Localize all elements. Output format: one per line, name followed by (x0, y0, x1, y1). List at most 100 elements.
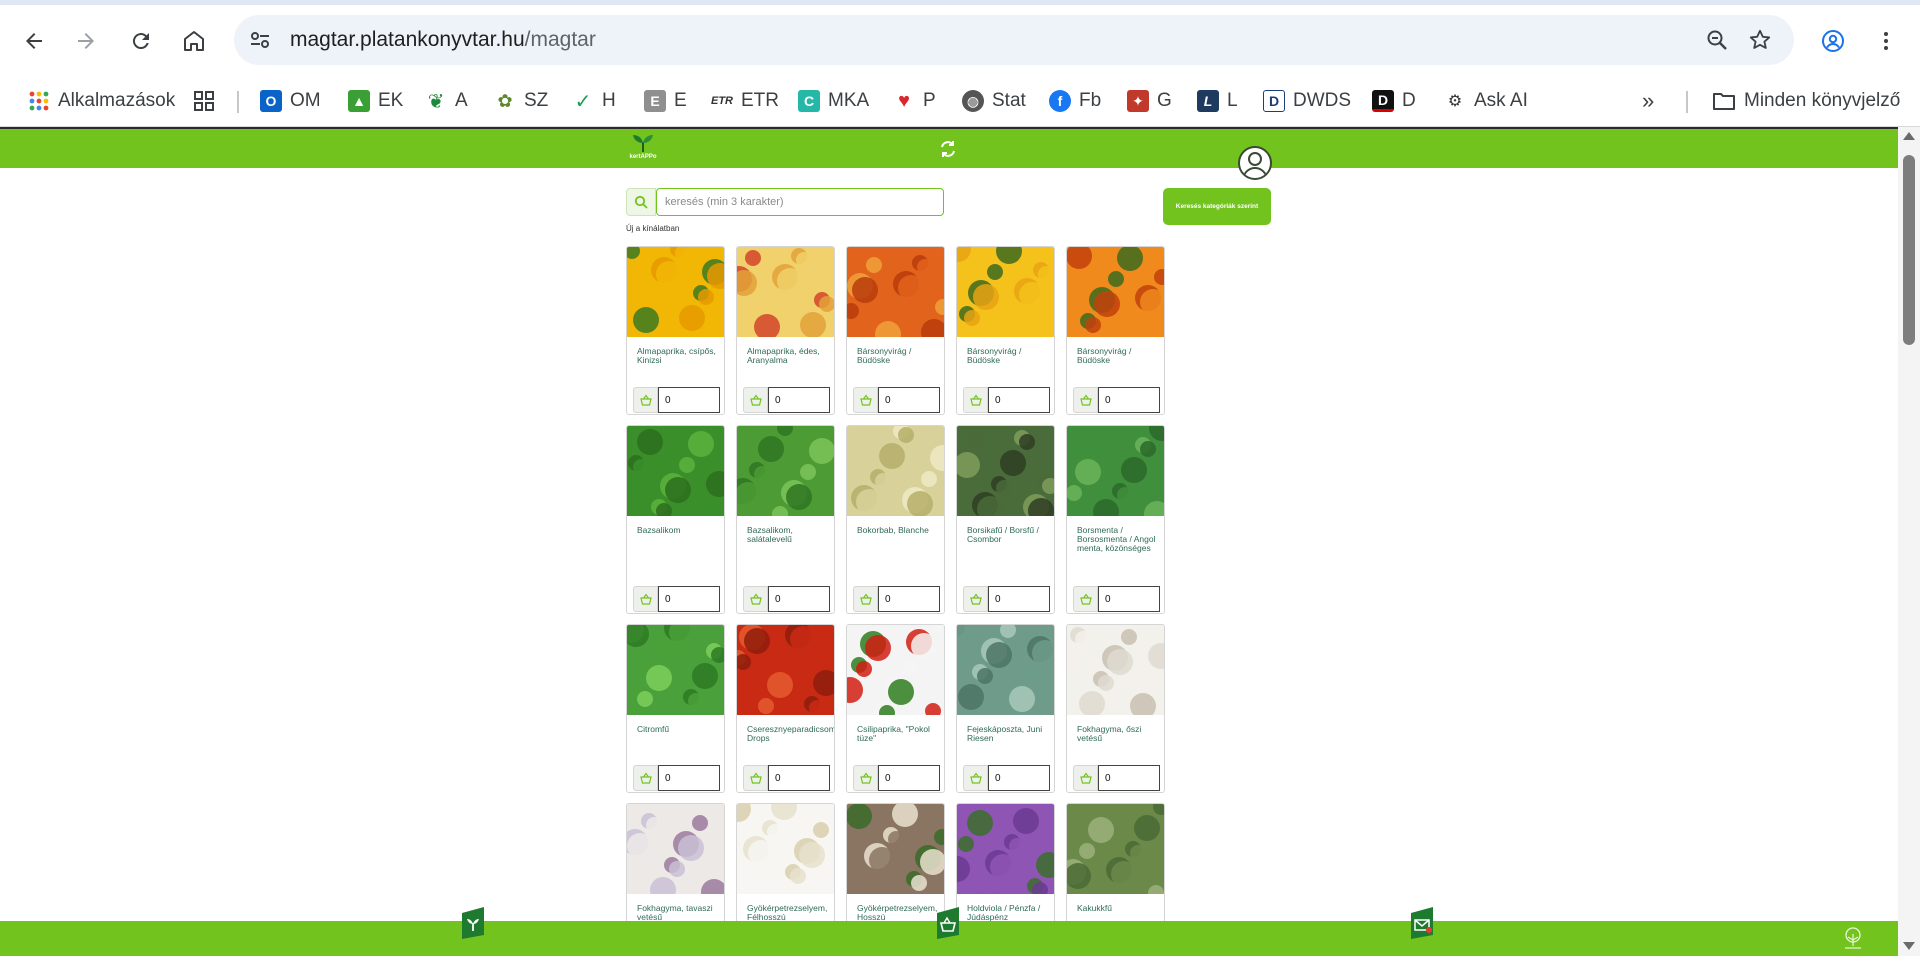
product-name[interactable]: Holdviola / Pénzfa / Júdáspénz (967, 904, 1049, 922)
profile-button[interactable] (1813, 21, 1853, 61)
quantity-input[interactable] (658, 765, 720, 791)
bookmarks-overflow-button[interactable]: » (1642, 85, 1654, 117)
product-card[interactable]: Borsmenta / Borsosmenta / Angol menta, k… (1066, 425, 1165, 614)
zoom-icon[interactable] (1705, 28, 1729, 52)
product-name[interactable]: Kakukkfű (1077, 904, 1159, 913)
product-card[interactable]: Csilipaprika, "Pokol tüze" (846, 624, 945, 793)
product-image[interactable] (627, 625, 724, 715)
bookmark-apps[interactable]: Alkalmazások (28, 85, 175, 117)
product-image[interactable] (957, 426, 1054, 516)
product-name[interactable]: Fokhagyma, tavaszi vetésű (637, 904, 719, 922)
basket-nav-icon[interactable] (935, 907, 961, 939)
product-image[interactable] (627, 426, 724, 516)
bookmark-om[interactable]: O OM (260, 85, 321, 117)
product-image[interactable] (737, 426, 834, 516)
add-to-basket-button[interactable] (853, 387, 878, 413)
product-name[interactable]: Bazsalikom (637, 526, 719, 535)
site-settings-icon[interactable] (248, 28, 272, 52)
product-name[interactable]: Almapaprika, csípős, Kinizsi (637, 347, 719, 365)
product-image[interactable] (627, 804, 724, 894)
quantity-input[interactable] (988, 387, 1050, 413)
bookmark-ek[interactable]: ▲ EK (348, 85, 403, 117)
product-image[interactable] (1067, 625, 1164, 715)
bookmark-ask-ai[interactable]: ⚙ Ask AI (1444, 85, 1528, 117)
product-image[interactable] (957, 804, 1054, 894)
product-image[interactable] (1067, 426, 1164, 516)
product-name[interactable]: Borsikafű / Borsfű / Csombor (967, 526, 1049, 544)
add-to-basket-button[interactable] (1073, 586, 1098, 612)
add-to-basket-button[interactable] (963, 586, 988, 612)
refresh-icon[interactable] (938, 139, 958, 159)
bookmark-a[interactable]: ❦ A (425, 85, 468, 117)
quantity-input[interactable] (768, 387, 830, 413)
product-card[interactable]: Almapaprika, csípős, Kinizsi (626, 246, 725, 415)
user-account-button[interactable] (1238, 146, 1272, 180)
forward-button[interactable] (66, 21, 106, 61)
product-image[interactable] (957, 247, 1054, 337)
product-image[interactable] (847, 625, 944, 715)
bookmark-tab-groups[interactable] (193, 85, 215, 117)
product-image[interactable] (737, 247, 834, 337)
product-card[interactable]: Citromfű (626, 624, 725, 793)
product-image[interactable] (847, 247, 944, 337)
product-name[interactable]: Bokorbab, Blanche (857, 526, 939, 535)
product-name[interactable]: Bazsalikom, salátalevelű (747, 526, 829, 544)
add-to-basket-button[interactable] (963, 387, 988, 413)
add-to-basket-button[interactable] (633, 586, 658, 612)
back-button[interactable] (14, 21, 54, 61)
bookmark-d[interactable]: DD (1372, 85, 1416, 117)
product-card[interactable]: Bazsalikom (626, 425, 725, 614)
add-to-basket-button[interactable] (633, 765, 658, 791)
product-card[interactable]: Bazsalikom, salátalevelű (736, 425, 835, 614)
menu-button[interactable] (1866, 21, 1906, 61)
add-to-basket-button[interactable] (743, 387, 768, 413)
add-to-basket-button[interactable] (853, 765, 878, 791)
add-to-basket-button[interactable] (743, 765, 768, 791)
page-scrollbar[interactable] (1898, 127, 1920, 956)
scroll-up-arrow-icon[interactable] (1903, 132, 1915, 140)
app-logo[interactable]: kertAPPo (626, 133, 660, 165)
quantity-input[interactable] (878, 387, 940, 413)
home-button[interactable] (174, 21, 214, 61)
plant-nav-icon[interactable] (460, 907, 486, 939)
product-name[interactable]: Fejeskáposzta, Juni Riesen (967, 725, 1049, 743)
quantity-input[interactable] (988, 586, 1050, 612)
product-name[interactable]: Bársonyvirág / Büdöske (857, 347, 939, 365)
product-name[interactable]: Borsmenta / Borsosmenta / Angol menta, k… (1077, 526, 1159, 553)
product-name[interactable]: Bársonyvirág / Büdöske (1077, 347, 1159, 365)
bookmark-h[interactable]: ✓ H (572, 85, 616, 117)
product-card[interactable]: Fejeskáposzta, Juni Riesen (956, 624, 1055, 793)
add-to-basket-button[interactable] (963, 765, 988, 791)
product-image[interactable] (957, 625, 1054, 715)
product-image[interactable] (627, 247, 724, 337)
add-to-basket-button[interactable] (1073, 387, 1098, 413)
product-card[interactable]: Borsikafű / Borsfű / Csombor (956, 425, 1055, 614)
add-to-basket-button[interactable] (853, 586, 878, 612)
search-input[interactable] (656, 188, 944, 216)
product-image[interactable] (737, 625, 834, 715)
product-card[interactable]: Bokorbab, Blanche (846, 425, 945, 614)
quantity-input[interactable] (1098, 765, 1160, 791)
quantity-input[interactable] (1098, 387, 1160, 413)
quantity-input[interactable] (658, 387, 720, 413)
product-name[interactable]: Bársonyvirág / Büdöske (967, 347, 1049, 365)
quantity-input[interactable] (878, 765, 940, 791)
product-name[interactable]: Gyökérpetrezselyem, Hosszú (857, 904, 939, 922)
mail-nav-icon[interactable] (1409, 907, 1435, 939)
quantity-input[interactable] (768, 586, 830, 612)
product-name[interactable]: Citromfű (637, 725, 719, 734)
product-name[interactable]: Almapaprika, édes, Aranyalma (747, 347, 829, 365)
product-name[interactable]: Fokhagyma, őszi vetésű (1077, 725, 1159, 743)
bookmark-fb[interactable]: f Fb (1049, 85, 1101, 117)
product-card[interactable]: Cseresznyeparadicsom, Drops (736, 624, 835, 793)
scroll-down-arrow-icon[interactable] (1903, 942, 1915, 950)
quantity-input[interactable] (1098, 586, 1160, 612)
quantity-input[interactable] (988, 765, 1050, 791)
product-image[interactable] (847, 426, 944, 516)
product-card[interactable]: Bársonyvirág / Büdöske (956, 246, 1055, 415)
scrollbar-thumb[interactable] (1903, 155, 1915, 345)
all-bookmarks-folder[interactable]: Minden könyvjelző (1712, 85, 1900, 117)
bookmark-sz[interactable]: ✿ SZ (494, 85, 548, 117)
category-search-button[interactable]: Keresés kategóriák szerint (1163, 188, 1271, 225)
reload-button[interactable] (121, 21, 161, 61)
